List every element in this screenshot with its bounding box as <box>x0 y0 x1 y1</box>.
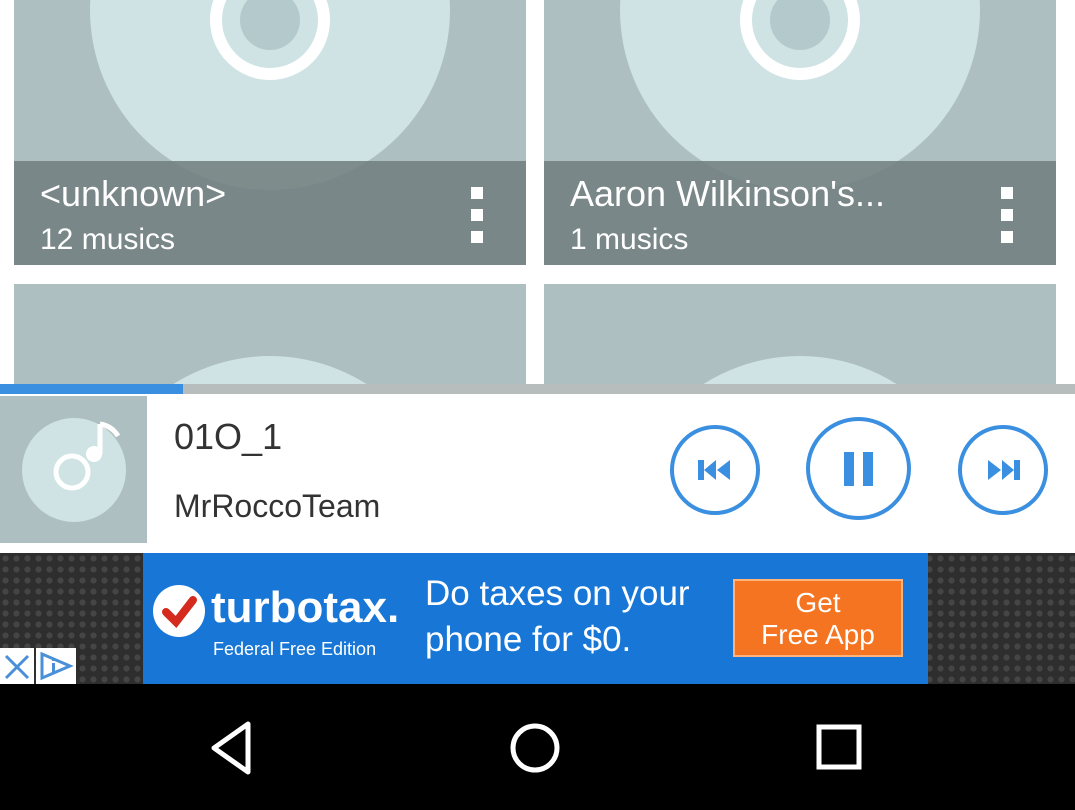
album-title: Aaron Wilkinson's... <box>570 173 885 214</box>
more-vert-icon[interactable] <box>464 187 488 243</box>
close-icon[interactable] <box>0 648 34 684</box>
album-card-3[interactable] <box>14 284 526 386</box>
turbotax-ad[interactable]: turbotax. Federal Free Edition Do taxes … <box>143 553 928 684</box>
playback-progress[interactable] <box>0 384 1075 394</box>
home-circle-icon[interactable] <box>505 718 565 778</box>
track-title: 01O_1 <box>174 416 283 457</box>
ad-banner-area: turbotax. Federal Free Edition Do taxes … <box>0 553 1075 684</box>
pause-icon[interactable] <box>806 417 911 520</box>
cta-line1: Get <box>795 587 841 618</box>
album-grid: <unknown> 12 musics Aaron Wilkinson's...… <box>0 0 1075 386</box>
get-free-app-button[interactable]: Get Free App <box>733 579 903 657</box>
playback-progress-fill <box>0 384 183 394</box>
cta-line2: Free App <box>761 619 875 650</box>
album-info-overlay: Aaron Wilkinson's... 1 musics <box>544 161 1056 265</box>
ad-headline-line2: phone for $0. <box>425 620 632 659</box>
ad-edition: Federal Free Edition <box>213 639 377 659</box>
skip-previous-icon[interactable] <box>670 425 760 515</box>
check-logo-icon <box>153 585 205 637</box>
cd-disc-icon <box>90 356 450 386</box>
album-card-4[interactable] <box>544 284 1056 386</box>
skip-next-icon[interactable] <box>958 425 1048 515</box>
more-vert-icon[interactable] <box>994 187 1018 243</box>
album-info-overlay: <unknown> 12 musics <box>14 161 526 265</box>
album-card-aaron[interactable]: Aaron Wilkinson's... 1 musics <box>544 0 1056 265</box>
album-title: <unknown> <box>40 173 227 214</box>
mini-player[interactable]: 01O_1 MrRoccoTeam <box>0 394 1075 553</box>
album-count: 12 musics <box>40 223 176 256</box>
cd-disc-icon <box>620 356 980 386</box>
ad-headline-line1: Do taxes on your <box>425 574 690 613</box>
ad-brand: turbotax. <box>211 583 400 632</box>
album-count: 1 musics <box>570 223 689 256</box>
recents-square-icon[interactable] <box>810 718 870 778</box>
music-note-disc-icon <box>22 418 126 522</box>
system-nav-bar <box>0 684 1075 810</box>
adchoices-icon[interactable] <box>36 648 76 684</box>
track-artwork <box>0 396 147 543</box>
album-card-unknown[interactable]: <unknown> 12 musics <box>14 0 526 265</box>
ad-headline: Do taxes on your phone for $0. <box>425 571 725 663</box>
back-triangle-icon[interactable] <box>204 718 264 778</box>
track-artist: MrRoccoTeam <box>174 488 381 524</box>
